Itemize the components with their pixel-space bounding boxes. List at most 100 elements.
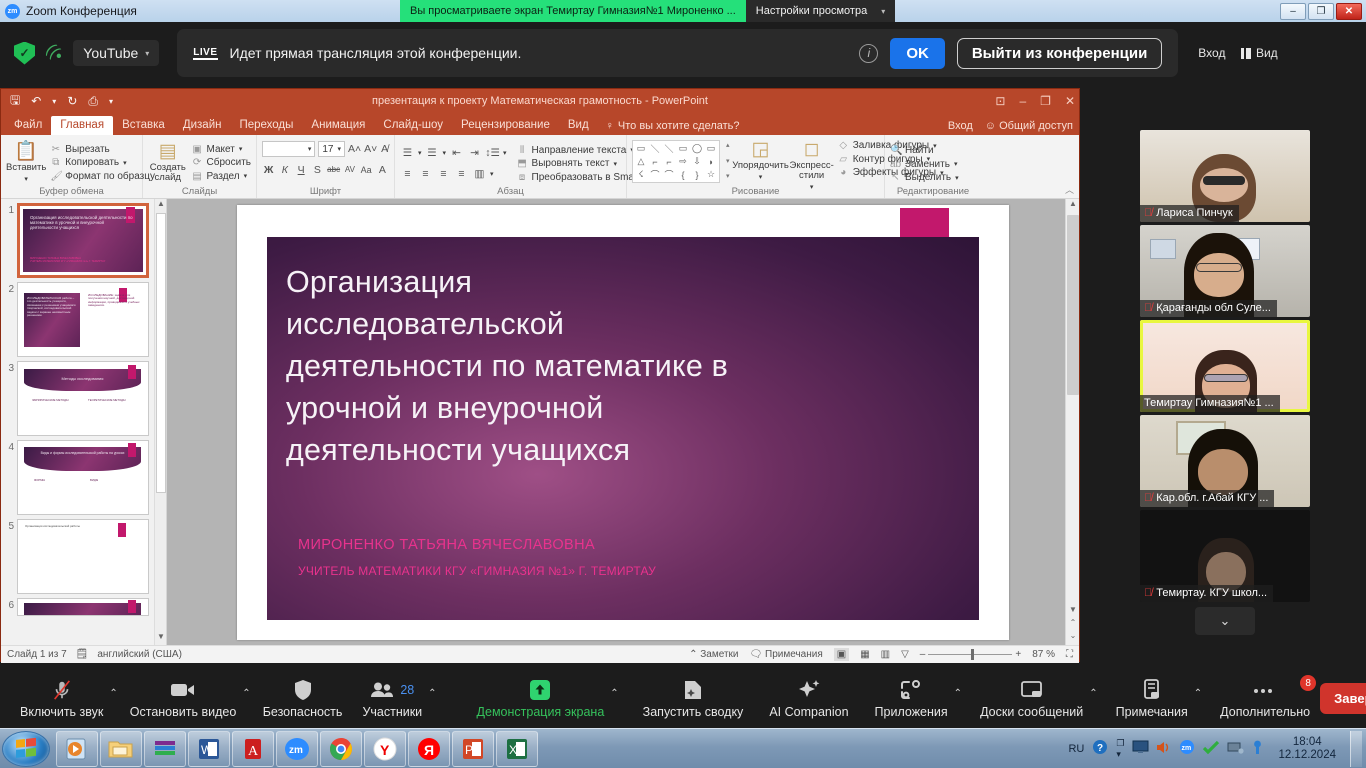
slide-scroll-down-icon[interactable]: ▼ xyxy=(1066,605,1080,619)
italic-button[interactable]: К xyxy=(278,162,291,177)
line-spacing-button[interactable]: ↕☰ xyxy=(485,146,500,161)
thumbnail-slide-4[interactable]: Виды и формы исследовательской работы на… xyxy=(17,440,149,515)
zoom-level-label[interactable]: 87 % xyxy=(1032,649,1055,660)
zoom-out-button[interactable]: – xyxy=(920,649,926,660)
tab-home[interactable]: Главная xyxy=(51,116,114,135)
chrome-icon[interactable] xyxy=(320,730,362,767)
thumbnail-item-5[interactable]: 5 Организация исследовательской работы xyxy=(1,515,166,594)
toolbar-item-ai-companion[interactable]: AI Companion xyxy=(759,677,858,719)
shape-gallery-down-icon[interactable]: ▾ xyxy=(726,157,730,165)
tab-animations[interactable]: Анимация xyxy=(302,116,374,135)
layout-button[interactable]: ▣ Макет ▾ xyxy=(192,144,251,155)
thumbnail-item-2[interactable]: 2 ИССЛЕДОВАТЕЛЬСКАЯ работа – это деятель… xyxy=(1,278,166,357)
paste-button[interactable]: 📋 Вставить ▾ xyxy=(6,138,46,187)
restore-button[interactable]: ❐ xyxy=(1308,2,1334,20)
reading-view-icon[interactable]: ▥ xyxy=(881,649,890,660)
toolbar-item-video[interactable]: Остановить видео ⌃ xyxy=(120,677,253,719)
current-slide[interactable]: Организация исследовательской деятельнос… xyxy=(237,204,1009,640)
chevron-up-icon[interactable]: ⌃ xyxy=(954,688,962,699)
collapse-ribbon-icon[interactable]: ︿ xyxy=(1065,183,1074,196)
view-options-button[interactable]: Настройки просмотра ▾ xyxy=(745,0,896,22)
tab-design[interactable]: Дизайн xyxy=(174,116,231,135)
tab-insert[interactable]: Вставка xyxy=(113,116,174,135)
font-color-button[interactable]: A xyxy=(376,162,389,177)
thumbnail-slide-3[interactable]: Методы исследования ЭМПИРИЧЕСКИЕ МЕТОДЫ … xyxy=(17,361,149,436)
increase-indent-button[interactable]: ⇥ xyxy=(467,146,482,161)
participant-tile-3-active[interactable]: Темиртау Гимназия№1 ... xyxy=(1140,320,1310,412)
file-explorer-icon[interactable] xyxy=(100,730,142,767)
security-icon[interactable] xyxy=(1251,740,1264,758)
network-icon[interactable] xyxy=(1227,740,1245,758)
thumbnail-scroll-thumb[interactable] xyxy=(156,213,166,493)
toolbar-item-participants[interactable]: 28 Участники ⌃ xyxy=(352,677,438,719)
section-dropdown-icon[interactable]: ▾ xyxy=(244,172,248,180)
antivirus-icon[interactable] xyxy=(1202,740,1220,758)
slide-sorter-icon[interactable]: ▦ xyxy=(860,649,869,660)
font-size-dropdown-icon[interactable]: ▾ xyxy=(337,145,341,153)
bold-button[interactable]: Ж xyxy=(262,162,275,177)
participant-tile-4[interactable]: 🎙̸ Кар.обл. г.Абай КГУ ... xyxy=(1140,415,1310,507)
slideshow-icon[interactable]: ▽ xyxy=(901,649,909,660)
toolbar-item-whiteboards[interactable]: Доски сообщений ⌃ xyxy=(970,677,1100,719)
justify-button[interactable]: ≡ xyxy=(454,167,469,182)
chevron-up-icon[interactable]: ⌃ xyxy=(1194,688,1202,699)
show-desktop-button[interactable] xyxy=(1350,730,1362,767)
adobe-reader-icon[interactable]: A xyxy=(232,730,274,767)
tab-file[interactable]: Файл xyxy=(5,116,51,135)
windows-start-icon[interactable] xyxy=(2,730,50,767)
thumbnail-item-1[interactable]: 1 Организация исследовательской деятельн… xyxy=(1,199,166,278)
participant-tile-1[interactable]: 🎙̸ Лариса Пинчук xyxy=(1140,130,1310,222)
chevron-down-icon[interactable]: ⌄ xyxy=(1195,607,1255,635)
share-button[interactable]: ☺ Общий доступ xyxy=(985,120,1073,132)
participant-tile-5[interactable]: 🎙̸ Темиртау. КГУ школ... xyxy=(1140,510,1310,602)
thumbnail-item-4[interactable]: 4 Виды и формы исследовательской работы … xyxy=(1,436,166,515)
quick-styles-button[interactable]: ◻ Экспресс-стили ▾ xyxy=(790,140,834,191)
chevron-up-icon[interactable]: ⌃ xyxy=(1089,688,1097,699)
scroll-down-icon[interactable]: ▼ xyxy=(155,632,166,645)
volume-icon[interactable] xyxy=(1156,740,1172,758)
tab-review[interactable]: Рецензирование xyxy=(452,116,559,135)
previous-slide-icon[interactable]: ⌃ xyxy=(1066,618,1080,632)
slide-affiliation-text[interactable]: УЧИТЕЛЬ МАТЕМАТИКИ КГУ «ГИМНАЗИЯ №1» Г. … xyxy=(298,564,656,578)
decrease-indent-button[interactable]: ⇤ xyxy=(449,146,464,161)
ppt-close-button[interactable]: ✕ xyxy=(1065,94,1075,108)
slide-scrollbar[interactable]: ▲ ▼ ⌃ ⌄ xyxy=(1065,199,1079,645)
tab-view[interactable]: Вид xyxy=(559,116,598,135)
signin-button[interactable]: Вход xyxy=(1198,46,1225,60)
zoom-in-button[interactable]: + xyxy=(1015,649,1021,660)
toolbar-item-more[interactable]: Дополнительно 8 xyxy=(1210,675,1320,719)
next-slide-icon[interactable]: ⌄ xyxy=(1066,631,1080,645)
slide-scroll-thumb[interactable] xyxy=(1067,215,1079,395)
font-name-dropdown-icon[interactable]: ▾ xyxy=(308,145,312,153)
align-right-button[interactable]: ≡ xyxy=(436,167,451,182)
scroll-up-icon[interactable]: ▲ xyxy=(155,199,166,212)
close-button[interactable]: ✕ xyxy=(1336,2,1362,20)
thumbnail-slide-6[interactable] xyxy=(17,598,149,616)
copy-button[interactable]: ⧉ Копировать ▾ xyxy=(50,157,155,168)
align-center-button[interactable]: ≡ xyxy=(418,167,433,182)
underline-button[interactable]: Ч xyxy=(295,162,308,177)
display-icon[interactable] xyxy=(1132,740,1149,758)
shape-gallery[interactable]: ▭ ＼ ＼ ▭ ◯ ▭ △ ⌐ ⌐ ⇨ ⇩ ◗ ☇ ⌒ ⌒{} ☆ xyxy=(632,140,720,183)
strikethrough-button[interactable]: abc xyxy=(327,162,340,177)
arrange-button[interactable]: ◲ Упорядочить ▾ xyxy=(732,140,789,181)
toolbar-item-security[interactable]: Безопасность xyxy=(253,677,353,719)
powerpoint-icon[interactable]: P xyxy=(452,730,494,767)
language-indicator[interactable]: английский (США) xyxy=(97,649,182,660)
font-name-input[interactable]: ▾ xyxy=(262,141,316,157)
slide-thumbnail-pane[interactable]: 1 Организация исследовательской деятельн… xyxy=(1,199,167,645)
replace-button[interactable]: ab Заменить ▾ xyxy=(890,159,959,170)
tell-me-search[interactable]: ♀ Что вы хотите сделать? xyxy=(598,117,748,135)
character-spacing-button[interactable]: AV xyxy=(343,162,356,177)
taskbar-clock[interactable]: 18:04 12.12.2024 xyxy=(1272,736,1342,762)
chevron-up-icon[interactable]: ⌃ xyxy=(109,688,117,699)
toolbar-item-mute[interactable]: Включить звук ⌃ xyxy=(10,677,120,719)
excel-icon[interactable]: X xyxy=(496,730,538,767)
paste-dropdown-icon[interactable]: ▾ xyxy=(24,175,28,183)
hidden-icons-icon[interactable]: ❐ ▾ xyxy=(1116,738,1124,760)
change-case-button[interactable]: Aa xyxy=(360,162,373,177)
youtube-platform-button[interactable]: YouTube ▾ xyxy=(73,40,160,66)
zoom-icon[interactable]: zm xyxy=(276,730,318,767)
participant-video-strip[interactable]: 🎙̸ Лариса Пинчук 🎙̸ Қарағанды обл Суле..… xyxy=(1140,130,1320,635)
spellcheck-icon[interactable]: 🗒 xyxy=(76,649,89,660)
